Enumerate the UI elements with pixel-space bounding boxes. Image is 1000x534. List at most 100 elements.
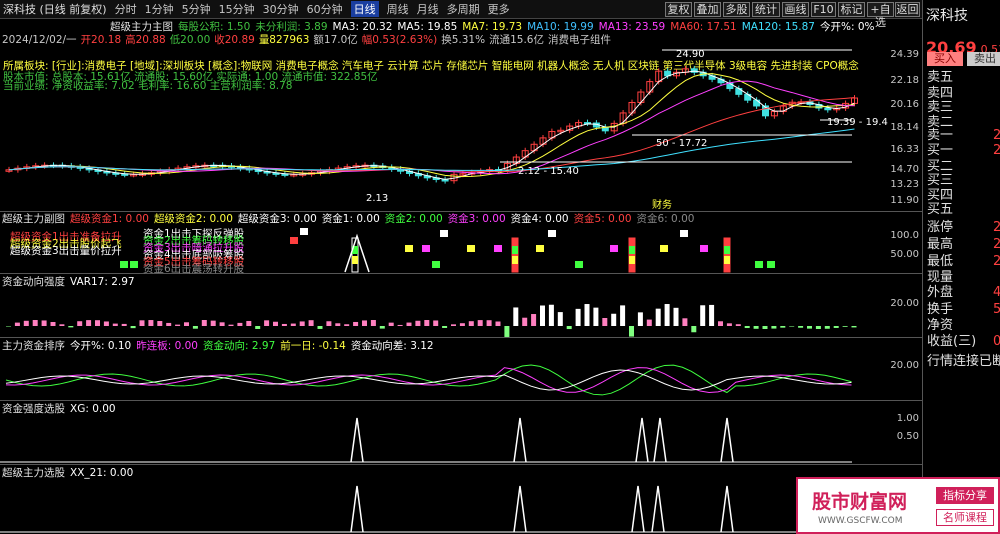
signal-block (494, 245, 502, 252)
indicator-value-2: 超级资金3: 0.00 (237, 213, 317, 225)
signal-block (432, 261, 440, 268)
flow-bar (95, 320, 100, 326)
price-label: 2.12 - 15.40 (518, 166, 579, 177)
flow-bar (139, 320, 145, 326)
signal-bar (629, 246, 635, 254)
flow-bar (575, 308, 581, 326)
panel-title[interactable]: 超级主力副图 (2, 213, 65, 225)
price-label: 24.90 (676, 49, 705, 60)
price-label: 2.13 (366, 193, 388, 204)
watermark-banner[interactable]: 股市财富网 WWW.GSCFW.COM 指标分享 名师课程 (796, 477, 1000, 534)
flow-bar (442, 326, 448, 328)
sub5-title-bar: 超级主力选股 XX_21: 0.00 (2, 467, 133, 479)
signal-block (767, 261, 775, 268)
signal-block (405, 245, 413, 252)
flow-bar (664, 304, 670, 326)
flow-bar (273, 321, 278, 326)
signal-block (290, 237, 298, 244)
price-tick: 11.90 (890, 195, 919, 206)
indicator-value-4: 资金2: 0.00 (384, 213, 443, 225)
sub3-title-bar: 主力资金排序 今开%: 0.10 昨连板: 0.00 资金动向: 2.97 前一日: -… (2, 340, 434, 352)
flow-bar (264, 320, 270, 326)
quote-row: 买三 (927, 173, 953, 188)
flow-bar (540, 305, 545, 326)
watermark-tag-course[interactable]: 名师课程 (936, 509, 994, 526)
sub4-title-bar: 资金强度选股 XG: 0.00 (2, 403, 116, 415)
signal-block (422, 245, 430, 252)
quote-row-label: 换手 (927, 302, 954, 317)
flow-bar (424, 320, 430, 326)
quote-row-label: 卖四 (927, 86, 954, 101)
signal-bar (512, 256, 518, 264)
quote-row: 买五 (927, 202, 953, 217)
panel-title[interactable]: 主力资金排序 (2, 340, 65, 352)
signal-block (700, 245, 708, 252)
flow-bar (32, 320, 38, 326)
ma-line (8, 73, 855, 177)
quote-stock-name: 深科技 (926, 8, 968, 24)
panel-divider (0, 211, 922, 212)
flow-line (5, 369, 852, 391)
panel-divider (0, 400, 922, 401)
panel-title[interactable]: 超级主力选股 (2, 467, 65, 479)
flow-bar (192, 326, 198, 329)
flow-bar (335, 323, 341, 326)
sub1-title-bar: 超级主力副图 超级资金1: 0.00 超级资金2: 0.00 超级资金3: 0.00 资… (2, 213, 694, 225)
flow-bar (842, 326, 848, 327)
quote-row: 换手 5. (927, 302, 1000, 317)
sub-tick: 0.50 (896, 431, 919, 442)
flow-bar (513, 307, 519, 326)
flow-bar (637, 312, 643, 326)
flow-bar (807, 326, 812, 329)
flow-bar (691, 326, 697, 333)
candle-body (753, 99, 761, 107)
flow-bar (655, 308, 661, 326)
quote-row: 最低 2 (927, 254, 1000, 269)
flow-bar (531, 314, 537, 326)
flow-bar (255, 326, 261, 329)
select-spike (350, 417, 364, 463)
flow-bar (726, 323, 732, 326)
quote-row: 最高 2 (927, 237, 1000, 252)
flow-bar (112, 323, 118, 326)
flow-bar (397, 324, 403, 326)
quote-row-label: 卖五 (927, 70, 954, 85)
select-spike (635, 417, 649, 463)
flow-bar (548, 304, 554, 326)
quote-row-value: 5. (993, 302, 1000, 317)
signal-block (130, 261, 138, 268)
quote-row: 卖五 (927, 70, 953, 85)
flow-bar (59, 324, 65, 326)
flow-bar (246, 320, 252, 326)
price-tick: 14.70 (890, 164, 919, 175)
flow-bar (121, 323, 127, 326)
flow-bar (157, 321, 163, 326)
flow-bar (415, 320, 421, 326)
flow-bar (593, 307, 599, 326)
signal-block (300, 228, 308, 235)
quote-row-label: 卖三 (927, 100, 954, 115)
chart-canvas[interactable]: 24.9019.39 - 19.450 - 17.722.12 - 15.402… (0, 0, 922, 534)
watermark-url: WWW.GSCFW.COM (818, 516, 903, 526)
flow-bar (495, 321, 501, 326)
flow-bar (584, 304, 590, 326)
signal-block (548, 230, 556, 237)
signal-block (467, 245, 475, 252)
signal-bar (724, 256, 730, 264)
flow-bar (611, 313, 617, 326)
quote-row: 净资 (927, 318, 953, 333)
panel-title[interactable]: 资金强度选股 (2, 403, 65, 415)
flow-bar (86, 320, 92, 326)
buy-button[interactable]: 买入 (927, 52, 963, 66)
flow-bar (77, 321, 83, 326)
sell-button[interactable]: 卖出 (967, 52, 1000, 66)
panel-title[interactable]: 资金动向强度 (2, 276, 65, 288)
sub-tick: 50.00 (890, 249, 919, 260)
quote-row-value: 2 (993, 143, 1000, 158)
quote-row-label: 收益(三) (927, 334, 977, 349)
quote-row: 卖四 (927, 86, 953, 101)
watermark-tag-share[interactable]: 指标分享 (936, 487, 994, 504)
flow-bar (798, 326, 804, 328)
signal-block (536, 245, 544, 252)
flow-bar (103, 321, 109, 326)
